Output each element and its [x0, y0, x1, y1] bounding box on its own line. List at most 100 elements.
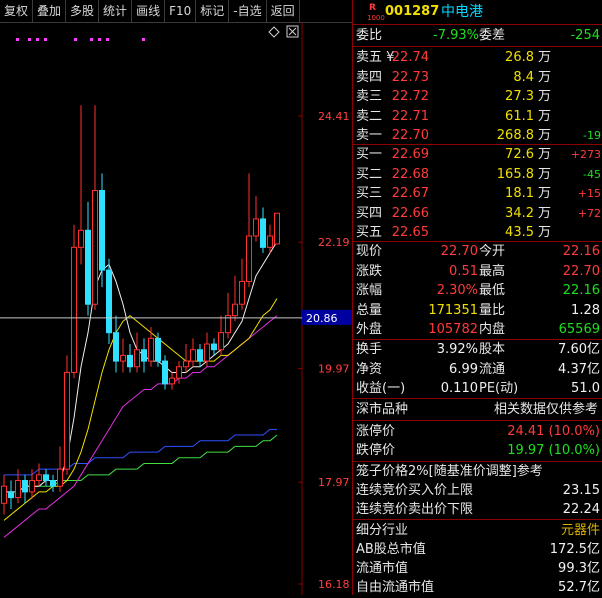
sell-volume-unit: 万: [537, 50, 551, 65]
candle: [176, 361, 182, 384]
candle-body: [113, 332, 119, 362]
buy-row[interactable]: 买一 22.69 72.6 万 +273: [353, 145, 602, 165]
sell-label: 卖二: [356, 108, 383, 124]
buy-label: 买二: [356, 166, 383, 182]
diamond-icon[interactable]: [268, 26, 280, 38]
cage-title: 笼子价格2%[随基准价调整]参考: [356, 464, 543, 479]
sell-volume: 27.3: [505, 89, 534, 104]
sell-row[interactable]: 卖三 22.72 27.3 万: [353, 87, 602, 107]
buy-row[interactable]: 买二 22.68 165.8 万 -45: [353, 165, 602, 185]
toolbar-mark-button[interactable]: 标记: [196, 0, 230, 22]
candle-body: [29, 480, 35, 493]
toolbar-stats-button[interactable]: 统计: [99, 0, 133, 22]
candle-body: [190, 349, 196, 362]
candle-body: [127, 354, 133, 368]
industry-row: 细分行业 元器件: [353, 521, 602, 541]
buy-volume-unit: 万: [537, 225, 551, 240]
buy-label: 买三: [356, 186, 383, 201]
candle: [274, 212, 280, 245]
candle-body: [239, 280, 245, 305]
candle-body: [197, 349, 203, 362]
candle: [15, 469, 21, 504]
current-price-label: 20.86: [306, 312, 338, 325]
candle-body: [148, 337, 154, 362]
toolbar-fuquan-button[interactable]: 复权: [0, 0, 34, 22]
buy-change: +15: [577, 187, 601, 200]
buy-row[interactable]: 买四 22.66 34.2 万 +72: [353, 204, 602, 224]
sell-price: 22.74: [391, 50, 429, 65]
candle-body: [253, 218, 259, 237]
industry-value: 172.5亿: [549, 542, 600, 557]
stat-value: 51.0: [571, 381, 600, 396]
buy-volume-unit: 万: [537, 166, 551, 182]
weibi-row: 委比 -7.93% 委差 -254: [356, 28, 600, 43]
stat-value: 65569: [558, 322, 600, 337]
quote-panel: R 1000 001287 中电港 委比 -7.93% 委差 -254 卖五 ¥…: [353, 0, 602, 595]
toolbar-multi-stock-button[interactable]: 多股: [66, 0, 100, 22]
candle-body: [92, 189, 98, 305]
toolbar-draw-line-button[interactable]: 画线: [132, 0, 166, 22]
candle-body: [15, 480, 21, 499]
candle-body: [162, 360, 168, 385]
sell-label: 卖四: [356, 69, 383, 85]
candle-body: [78, 229, 84, 248]
ma-white-line: [4, 241, 278, 493]
buy-volume: 43.5: [505, 225, 534, 240]
toolbar-f10-button[interactable]: F10: [165, 0, 197, 22]
candle-body: [50, 480, 56, 487]
candle: [120, 338, 126, 373]
sell-row[interactable]: 卖二 22.71 61.1 万: [353, 107, 602, 127]
buy-volume-unit: 万: [537, 147, 551, 162]
stat-label: 换手: [356, 342, 383, 357]
sell-label: 卖五 ¥: [356, 50, 395, 65]
candle-body: [64, 371, 70, 470]
industry-value: 99.3亿: [558, 561, 600, 576]
buy-volume-unit: 万: [537, 205, 551, 221]
buy-price: 22.68: [391, 166, 429, 182]
industry-row: 自由流通市值 52.7亿: [353, 578, 602, 598]
ma-green-line: [4, 434, 278, 493]
candle: [106, 258, 112, 345]
sell-row[interactable]: 卖四 22.73 8.4 万: [353, 68, 602, 88]
toolbar-back-button[interactable]: 返回: [267, 0, 300, 22]
kline-chart[interactable]: 24.41 22.19 19.97 17.97 16.18 20.86: [0, 22, 352, 595]
buy-row[interactable]: 买五 22.65 43.5 万: [353, 223, 602, 243]
candle-body: [211, 343, 217, 351]
candle: [162, 355, 168, 390]
chart-toolbar: 复权 叠加 多股 统计 画线 F10 标记 -自选 返回: [0, 0, 352, 23]
industry-label: 细分行业: [356, 523, 409, 538]
candle: [253, 196, 259, 242]
stat-label: 净资: [356, 361, 383, 377]
toolbar-watchlist-button[interactable]: -自选: [229, 0, 267, 22]
buy-volume: 34.2: [505, 205, 534, 221]
close-icon[interactable]: [286, 25, 299, 38]
industry-row: 流通市值 99.3亿: [353, 559, 602, 579]
sell-row[interactable]: 卖五 ¥22.74 26.8 万: [353, 48, 602, 68]
stat-value: 0.110: [440, 381, 478, 396]
toolbar-overlay-button[interactable]: 叠加: [33, 0, 67, 22]
buy-volume: 72.6: [505, 147, 534, 162]
stat-label: 今开: [479, 244, 506, 259]
stat-row: 收益(一) 0.110 PE(动) 51.0: [353, 379, 602, 399]
candle-body: [99, 189, 105, 271]
candle: [57, 446, 63, 492]
candle: [22, 474, 28, 504]
stat-label: 涨跌: [356, 263, 383, 279]
buy-price: 22.66: [391, 205, 429, 221]
stat-label: PE(动): [479, 381, 519, 396]
stat-row: 净资 6.99 流通 4.37亿: [353, 360, 602, 380]
stat-value: 1.28: [571, 302, 600, 318]
sell-volume: 26.8: [505, 50, 534, 65]
stat-value: 7.60亿: [558, 342, 600, 357]
buy-price: 22.69: [391, 147, 429, 162]
y-tick-label: 17.97: [318, 476, 350, 489]
candle: [141, 338, 147, 373]
candle-body: [8, 491, 14, 499]
sell-volume-unit: 万: [537, 108, 551, 124]
stat-value: 171351: [428, 302, 478, 318]
buy-row[interactable]: 买三 22.67 18.1 万 +15: [353, 184, 602, 204]
candle-body: [22, 480, 28, 493]
candle: [225, 292, 231, 339]
stat-label: 内盘: [479, 322, 506, 337]
sell-row[interactable]: 卖一 22.70 268.8 万 -19: [353, 126, 602, 146]
